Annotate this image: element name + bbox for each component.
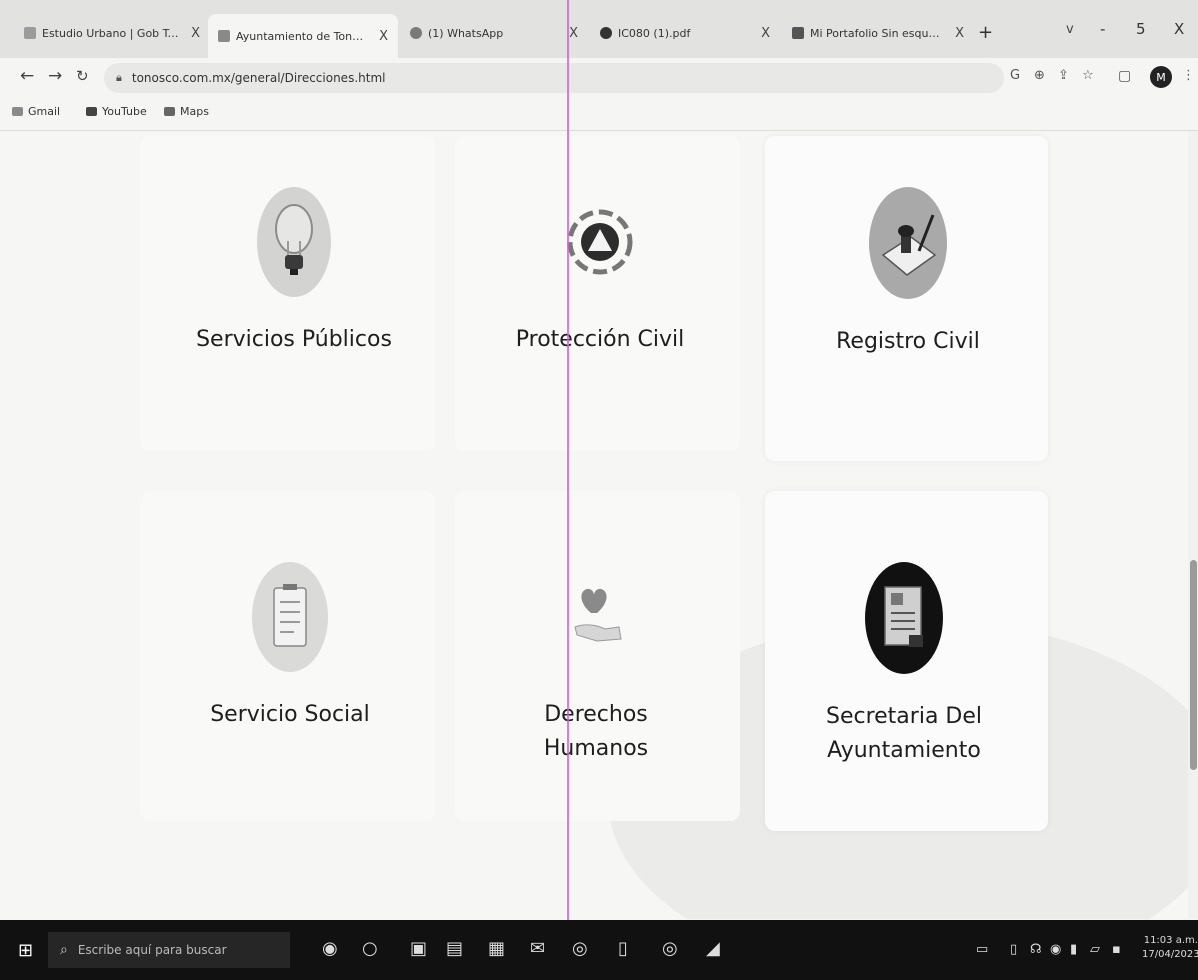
tab-whatsapp[interactable]: (1) WhatsApp X: [400, 16, 588, 50]
back-arrow-icon[interactable]: ←: [20, 66, 34, 86]
volume-icon[interactable]: ◉: [1050, 942, 1061, 957]
service-card-secretaria-del-ayuntamiento[interactable]: Secretaria Del Ayuntamiento: [754, 562, 1054, 768]
page-viewport: Servicios Públicos Protección Civil Regi…: [0, 131, 1188, 919]
heart-hand-icon: [559, 562, 633, 672]
browser-toolbar: ← → ↻ 🔒︎ tonosco.com.mx/general/Direccio…: [0, 58, 1198, 98]
site-favicon-icon: [24, 27, 36, 39]
page-scrollbar[interactable]: [1188, 131, 1198, 919]
service-card-servicios-publicos[interactable]: Servicios Públicos: [144, 187, 444, 357]
app-icon[interactable]: ▯: [618, 938, 628, 959]
bookmark-label: YouTube: [102, 105, 147, 118]
tab-title: (1) WhatsApp: [428, 26, 504, 40]
bookmark-label: Gmail: [28, 105, 61, 118]
service-card-derechos-humanos[interactable]: Derechos Humanos: [446, 562, 746, 766]
taskbar-search-box[interactable]: ⌕ Escribe aquí para buscar: [48, 932, 290, 968]
service-card-registro-civil[interactable]: Registro Civil: [758, 187, 1058, 359]
wifi-icon[interactable]: ▱: [1090, 942, 1100, 957]
bookmark-maps[interactable]: Maps: [164, 105, 209, 118]
tab-ayuntamiento[interactable]: Ayuntamiento de Tonosco X: [208, 14, 398, 58]
tab-title: Ayuntamiento de Tonosco: [236, 29, 370, 43]
scrollbar-thumb[interactable]: [1190, 560, 1197, 770]
close-window-button[interactable]: X: [1174, 20, 1184, 38]
gmail-icon: [12, 107, 23, 116]
battery-icon[interactable]: ▮: [1070, 942, 1077, 957]
search-icon: ⌕: [60, 942, 68, 958]
tab-estudio-urbano[interactable]: Estudio Urbano | Gob Toronto X: [14, 16, 210, 50]
service-label: Servicios Públicos: [196, 327, 392, 352]
tab-title: IC080 (1).pdf: [618, 26, 691, 40]
chrome-icon[interactable]: ◎: [662, 938, 678, 959]
reload-icon[interactable]: ↻: [76, 67, 89, 85]
menu-kebab-icon[interactable]: ⋮: [1182, 68, 1195, 83]
taskbar-clock[interactable]: 11:03 a.m. 17/04/2023: [1142, 934, 1198, 962]
tab-close-icon[interactable]: X: [955, 26, 964, 41]
clock-time: 11:03 a.m.: [1143, 935, 1198, 946]
tab-pdf[interactable]: IC080 (1).pdf X: [590, 16, 780, 50]
tab-search-chevron-icon[interactable]: v: [1066, 22, 1074, 37]
bookmark-youtube[interactable]: YouTube: [86, 105, 147, 118]
service-label: Derechos Humanos: [543, 702, 649, 761]
tab-close-icon[interactable]: X: [569, 26, 578, 41]
service-card-servicio-social[interactable]: Servicio Social: [140, 562, 440, 732]
keyboard-icon[interactable]: ▭: [976, 942, 988, 957]
globe-icon: [600, 27, 612, 39]
vertical-guide-line: [567, 0, 569, 920]
clock-date: 17/04/2023: [1142, 949, 1198, 960]
tab-close-icon[interactable]: X: [761, 26, 770, 41]
service-card-proteccion-civil[interactable]: Protección Civil: [450, 187, 750, 357]
tab-close-icon[interactable]: X: [379, 29, 388, 44]
service-label: Registro Civil: [836, 329, 980, 354]
tab-title: Estudio Urbano | Gob Toronto: [42, 26, 181, 40]
notification-tray-icon[interactable]: ▯: [1010, 942, 1017, 957]
browser-tab-strip: Estudio Urbano | Gob Toronto X Ayuntamie…: [0, 0, 1198, 58]
tab-title: Mi Portafolio Sin esquemasX: [810, 26, 946, 40]
address-url: tonosco.com.mx/general/Direcciones.html: [131, 71, 386, 85]
file-explorer-icon[interactable]: ▤: [446, 938, 463, 959]
app-icon[interactable]: ◢: [706, 938, 720, 959]
document-icon: [865, 562, 943, 674]
language-indicator[interactable]: ▪: [1112, 942, 1121, 957]
lock-icon: 🔒︎: [116, 71, 122, 84]
bookmarks-bar: Gmail YouTube Maps: [0, 98, 1198, 131]
profile-avatar[interactable]: M: [1150, 66, 1172, 88]
gmail-icon: [792, 27, 804, 39]
share-icon[interactable]: ⇪: [1058, 68, 1069, 83]
calendar-app-icon[interactable]: ▦: [488, 938, 505, 959]
maximize-button[interactable]: 5: [1136, 20, 1146, 38]
site-favicon-icon: [218, 30, 230, 42]
side-panel-icon[interactable]: ▢: [1118, 68, 1131, 84]
network-icon[interactable]: ☊: [1030, 942, 1042, 957]
service-label: Servicio Social: [210, 702, 370, 727]
whatsapp-icon: [410, 27, 422, 39]
clipboard-icon: [252, 562, 328, 672]
taskbar-search-placeholder: Escribe aquí para buscar: [77, 943, 227, 957]
tab-portafolio[interactable]: Mi Portafolio Sin esquemasX X: [782, 16, 974, 50]
address-bar[interactable]: 🔒︎ tonosco.com.mx/general/Direcciones.ht…: [104, 63, 1004, 93]
service-label: Secretaria Del Ayuntamiento: [825, 704, 983, 763]
cortana-icon[interactable]: ◉: [322, 938, 338, 959]
bookmark-star-icon[interactable]: ☆: [1082, 68, 1094, 83]
windows-taskbar: ⊞ ⌕ Escribe aquí para buscar ◉ ○ ▣ ▤ ▦ ✉…: [0, 920, 1198, 980]
registry-stamp-icon: [869, 187, 947, 299]
new-tab-button[interactable]: +: [978, 22, 993, 43]
tab-close-icon[interactable]: X: [191, 26, 200, 41]
store-icon[interactable]: ▣: [410, 938, 427, 959]
service-label: Protección Civil: [515, 327, 685, 352]
youtube-icon: [86, 107, 97, 116]
forward-arrow-icon[interactable]: →: [48, 66, 62, 86]
mail-icon[interactable]: ✉: [530, 938, 545, 959]
bookmark-label: Maps: [180, 105, 209, 118]
google-lens-icon[interactable]: G: [1010, 68, 1020, 83]
minimize-button[interactable]: -: [1100, 20, 1105, 38]
windows-start-icon[interactable]: ⊞: [18, 940, 33, 961]
civil-protection-icon: [563, 187, 637, 297]
chrome-icon[interactable]: ◎: [572, 938, 588, 959]
task-view-icon[interactable]: ○: [362, 938, 378, 959]
lightbulb-icon: [257, 187, 331, 297]
bookmark-gmail[interactable]: Gmail: [12, 105, 60, 118]
maps-icon: [164, 107, 175, 116]
zoom-icon[interactable]: ⊕: [1034, 68, 1045, 83]
